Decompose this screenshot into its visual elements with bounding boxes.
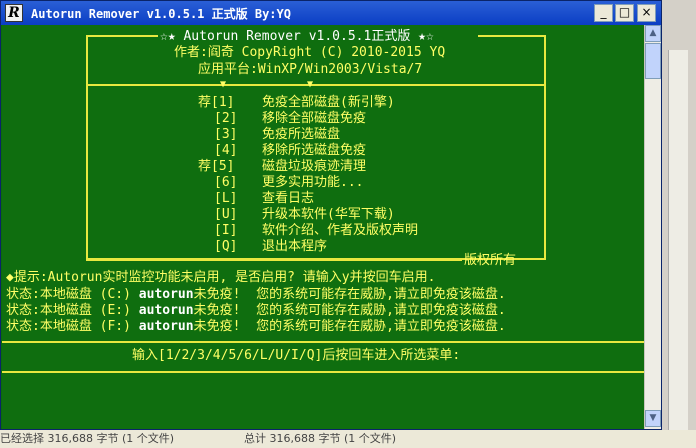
menu-item-immunize-selected[interactable]: 免疫所选磁盘 [262, 127, 340, 143]
frame-top-right [478, 35, 546, 37]
maximize-button[interactable]: □ [615, 4, 634, 22]
menu-key-5[interactable]: 荐[5] [198, 159, 234, 175]
separator-line [2, 371, 644, 373]
menu-item-immunize-all[interactable]: 免疫全部磁盘(新引擎) [262, 95, 395, 111]
status-line: 状态:本地磁盘 (C:) autorun未免疫! 您的系统可能存在威胁,请立即免… [6, 287, 506, 303]
scroll-up-icon[interactable]: ▲ [645, 25, 661, 42]
minimize-button[interactable]: _ [594, 4, 613, 22]
status-suffix: 未免疫! 您的系统可能存在威胁,请立即免疫该磁盘. [193, 303, 506, 318]
scroll-down-icon[interactable]: ▼ [645, 410, 661, 427]
status-line: 状态:本地磁盘 (F:) autorun未免疫! 您的系统可能存在威胁,请立即免… [6, 319, 506, 335]
status-suffix: 未免疫! 您的系统可能存在威胁,请立即免疫该磁盘. [193, 319, 506, 334]
vertical-scrollbar[interactable]: ▲ ▼ [644, 25, 661, 429]
menu-item-quit[interactable]: 退出本程序 [262, 239, 327, 255]
status-name: autorun [138, 303, 194, 318]
down-triangle-icon: ▼ [307, 79, 314, 90]
status-prefix: 状态:本地磁盘 (F:) [6, 319, 139, 334]
header-divider [88, 84, 544, 86]
frame-bottom [86, 259, 462, 261]
window-title: Autorun Remover v1.0.5.1 正式版 By:YQ [31, 7, 291, 21]
status-suffix: 未免疫! 您的系统可能存在威胁,请立即免疫该磁盘. [193, 287, 506, 302]
header-title: ☆★ Autorun Remover v1.0.5.1正式版 ★☆ [160, 29, 434, 44]
status-name: autorun [138, 319, 194, 334]
menu-item-view-log[interactable]: 查看日志 [262, 191, 314, 207]
menu-key-2[interactable]: [2] [214, 111, 237, 127]
menu-key-u[interactable]: [U] [214, 207, 237, 223]
menu-key-3[interactable]: [3] [214, 127, 237, 143]
tip-message: ◆提示:Autorun实时监控功能未启用, 是否启用? 请输入y并按回车启用. [6, 270, 436, 285]
background-scrollbar[interactable] [668, 50, 688, 430]
down-triangle-icon: ▼ [220, 79, 227, 90]
menu-item-remove-selected[interactable]: 移除所选磁盘免疫 [262, 143, 366, 159]
menu-item-more-tools[interactable]: 更多实用功能... [262, 175, 363, 191]
console-window: R Autorun Remover v1.0.5.1 正式版 By:YQ _ □… [0, 0, 662, 430]
menu-item-about[interactable]: 软件介绍、作者及版权声明 [262, 223, 418, 239]
menu-key-q[interactable]: [Q] [214, 239, 237, 255]
copyright-tag: 版权所有 [464, 253, 517, 268]
status-prefix: 状态:本地磁盘 (E:) [6, 303, 139, 318]
header-author: 作者:阎奇 CopyRight (C) 2010-2015 YQ [174, 45, 446, 60]
menu-key-1[interactable]: 荐[1] [198, 95, 234, 111]
background-status-bar: 已经选择 316,688 字节 (1 个文件) 总计 316,688 字节 (1… [0, 430, 696, 448]
menu-key-6[interactable]: [6] [214, 175, 237, 191]
close-button[interactable]: × [637, 4, 656, 22]
scroll-thumb[interactable] [645, 43, 661, 79]
separator-line [2, 341, 644, 343]
app-icon[interactable]: R [5, 4, 23, 22]
frame-top-left [86, 35, 158, 37]
console-area[interactable]: ☆★ Autorun Remover v1.0.5.1正式版 ★☆ 作者:阎奇 … [2, 25, 644, 429]
menu-key-l[interactable]: [L] [214, 191, 237, 207]
menu-item-clean-traces[interactable]: 磁盘垃圾痕迹清理 [262, 159, 366, 175]
status-name: autorun [138, 287, 194, 302]
input-prompt[interactable]: 输入[1/2/3/4/5/6/L/U/I/Q]后按回车进入所选菜单: [132, 348, 460, 364]
title-bar[interactable]: R Autorun Remover v1.0.5.1 正式版 By:YQ _ □… [1, 1, 661, 25]
status-line: 状态:本地磁盘 (E:) autorun未免疫! 您的系统可能存在威胁,请立即免… [6, 303, 506, 319]
status-prefix: 状态:本地磁盘 (C:) [6, 287, 139, 302]
header-platform: 应用平台:WinXP/Win2003/Vista/7 [198, 62, 423, 77]
menu-item-upgrade[interactable]: 升级本软件(华军下载) [262, 207, 395, 223]
menu-key-i[interactable]: [I] [214, 223, 237, 239]
menu-key-4[interactable]: [4] [214, 143, 237, 159]
menu-item-remove-all[interactable]: 移除全部磁盘免疫 [262, 111, 366, 127]
